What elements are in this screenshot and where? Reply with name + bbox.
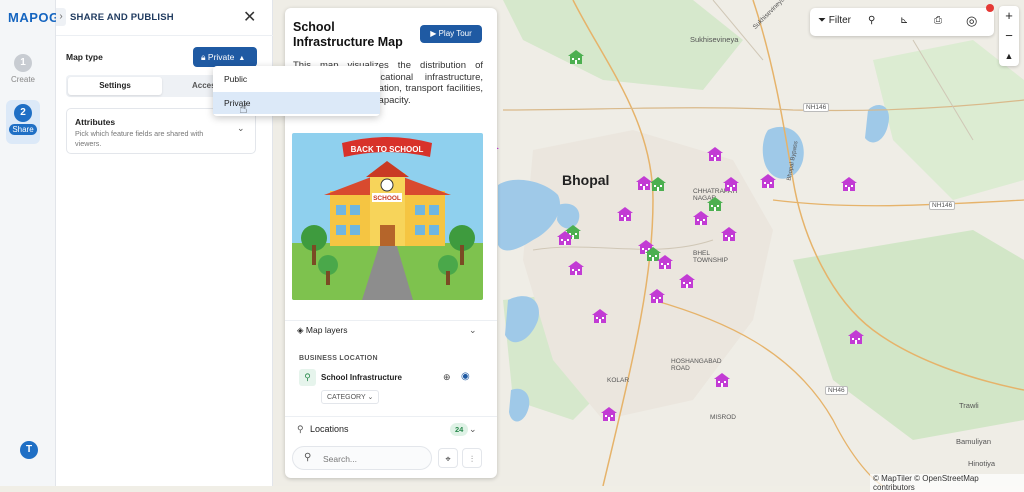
map-label: BHEL TOWNSHIP bbox=[693, 250, 728, 264]
close-icon[interactable]: ✕ bbox=[243, 7, 256, 27]
caret-up-icon: ▲ bbox=[238, 55, 246, 62]
locate-icon[interactable]: ⌖ bbox=[438, 448, 458, 468]
user-avatar[interactable]: T bbox=[20, 441, 38, 459]
collapse-panel-button[interactable]: › bbox=[56, 8, 66, 26]
zoom-controls: + − ▲ bbox=[999, 6, 1019, 66]
zoom-out-button[interactable]: − bbox=[999, 26, 1019, 46]
road-badge: NH146 bbox=[929, 201, 956, 210]
map-label: MISROD bbox=[710, 414, 736, 421]
map-layers-text: Map layers bbox=[305, 325, 348, 335]
play-tour-button[interactable]: ▶︎ Play Tour bbox=[420, 25, 482, 43]
city-label: Bhopal bbox=[562, 172, 610, 188]
lock-icon: 🔒︎ bbox=[201, 52, 206, 62]
map-label: KOLAR bbox=[607, 377, 630, 384]
privacy-value: Private bbox=[207, 52, 235, 62]
filter-icon: ⏷ bbox=[818, 15, 826, 26]
school-marker-icon[interactable] bbox=[713, 371, 731, 394]
eye-icon[interactable]: ◉ bbox=[461, 371, 470, 382]
card-title: School Infrastructure Map bbox=[293, 20, 403, 49]
map-layers-label: ◈ Map layers bbox=[297, 325, 348, 336]
category-label: CATEGORY bbox=[327, 394, 366, 401]
locations-label: Locations bbox=[310, 424, 349, 434]
map-type-label: Map type bbox=[66, 52, 103, 62]
step-label: Share bbox=[9, 124, 37, 135]
step-label: Create bbox=[10, 75, 35, 84]
map-label: Trawli bbox=[959, 401, 979, 410]
school-sign-text: SCHOOL bbox=[373, 195, 401, 202]
location-pin-icon: ⚲ bbox=[297, 424, 304, 434]
school-marker-icon[interactable] bbox=[840, 175, 858, 198]
attributes-title: Attributes bbox=[75, 117, 116, 127]
road-badge: NH146 bbox=[803, 103, 830, 112]
chevron-down-icon[interactable]: ⌄ bbox=[469, 325, 477, 336]
location-search[interactable]: ⚲ Search... bbox=[292, 446, 432, 470]
school-marker-icon[interactable] bbox=[706, 145, 724, 168]
school-marker-icon[interactable] bbox=[567, 48, 585, 71]
school-marker-icon[interactable] bbox=[616, 205, 634, 228]
school-marker-icon[interactable] bbox=[847, 328, 865, 351]
chevron-down-icon[interactable]: ⌄ bbox=[469, 424, 477, 435]
layer-name[interactable]: School Infrastructure bbox=[321, 373, 402, 382]
step-number: 2 bbox=[14, 104, 32, 122]
zoom-to-layer-icon[interactable]: ⊕ bbox=[443, 372, 451, 383]
pin-icon: ⚲ bbox=[299, 369, 316, 386]
step-rail: MAPOG 1 Create 2 Share T bbox=[0, 0, 59, 486]
school-marker-icon[interactable] bbox=[759, 172, 777, 195]
school-marker-icon[interactable] bbox=[600, 405, 618, 428]
panel-header: › SHARE AND PUBLISH ✕ bbox=[56, 0, 273, 36]
school-marker-icon[interactable] bbox=[556, 229, 574, 252]
school-marker-icon[interactable] bbox=[678, 272, 696, 295]
school-marker-icon[interactable] bbox=[567, 259, 585, 282]
category-dropdown[interactable]: CATEGORY ⌄ bbox=[321, 390, 380, 404]
school-marker-icon[interactable] bbox=[591, 307, 609, 330]
mapog-logo[interactable]: MAPOG bbox=[8, 10, 60, 25]
step-share[interactable]: 2 Share bbox=[6, 100, 40, 144]
compass-icon[interactable]: ▲ bbox=[999, 46, 1019, 66]
filter-label: Filter bbox=[828, 15, 852, 26]
map-label: Bamuliyan bbox=[956, 437, 992, 446]
attributes-description: Pick which feature fields are shared wit… bbox=[75, 129, 204, 148]
school-marker-icon[interactable] bbox=[648, 287, 666, 310]
search-input[interactable]: Search... bbox=[323, 454, 357, 464]
measure-icon[interactable]: ⊾ bbox=[900, 15, 908, 26]
road-badge: NH46 bbox=[825, 386, 848, 395]
layers-icon: ◈ bbox=[297, 325, 304, 335]
play-tour-label: Play Tour bbox=[438, 29, 472, 38]
school-marker-icon[interactable] bbox=[722, 175, 740, 198]
play-icon: ▶︎ bbox=[430, 29, 437, 38]
school-illustration: SCHOOL BACK TO SCHOOL bbox=[292, 133, 483, 300]
panel-title: SHARE AND PUBLISH bbox=[70, 12, 174, 23]
locate-me-icon[interactable]: ◎ bbox=[966, 13, 977, 29]
school-marker-icon[interactable] bbox=[720, 225, 738, 248]
map-toolbar: ⏷ Filter ⚲ ⊾ ⎙ ◎ bbox=[810, 8, 994, 36]
search-icon: ⚲ bbox=[304, 452, 312, 463]
tab-settings[interactable]: Settings bbox=[68, 77, 162, 95]
business-location-label: BUSINESS LOCATION bbox=[299, 355, 378, 362]
map-attribution[interactable]: © MapTiler © OpenStreetMap contributors bbox=[870, 474, 1024, 492]
search-icon[interactable]: ⚲ bbox=[868, 15, 875, 26]
map-label: Hinotiya bbox=[968, 459, 996, 468]
school-marker-icon[interactable] bbox=[649, 175, 667, 198]
privacy-dropdown-button[interactable]: 🔒︎ Private ▲ bbox=[193, 47, 257, 67]
map-label: HOSHANGABAD ROAD bbox=[671, 358, 722, 372]
hand-cursor-icon: ☝︎ bbox=[239, 100, 248, 116]
step-number: 1 bbox=[14, 54, 32, 72]
chevron-down-icon[interactable]: ⌄ bbox=[237, 123, 245, 134]
filter-button[interactable]: ⏷ Filter bbox=[818, 15, 851, 26]
filter-sliders-icon[interactable]: ⫶ bbox=[462, 448, 482, 468]
step-create[interactable]: 1 Create bbox=[6, 50, 40, 94]
banner-text: BACK TO SCHOOL bbox=[351, 145, 424, 154]
locations-count-badge: 24 bbox=[450, 423, 469, 436]
option-public[interactable]: Public bbox=[213, 68, 380, 90]
map-label: Sukhisevineya bbox=[690, 35, 739, 44]
zoom-in-button[interactable]: + bbox=[999, 6, 1019, 26]
school-marker-icon[interactable] bbox=[692, 209, 710, 232]
notification-dot bbox=[986, 4, 994, 12]
print-icon[interactable]: ⎙ bbox=[934, 15, 942, 26]
school-marker-icon[interactable] bbox=[656, 253, 674, 276]
